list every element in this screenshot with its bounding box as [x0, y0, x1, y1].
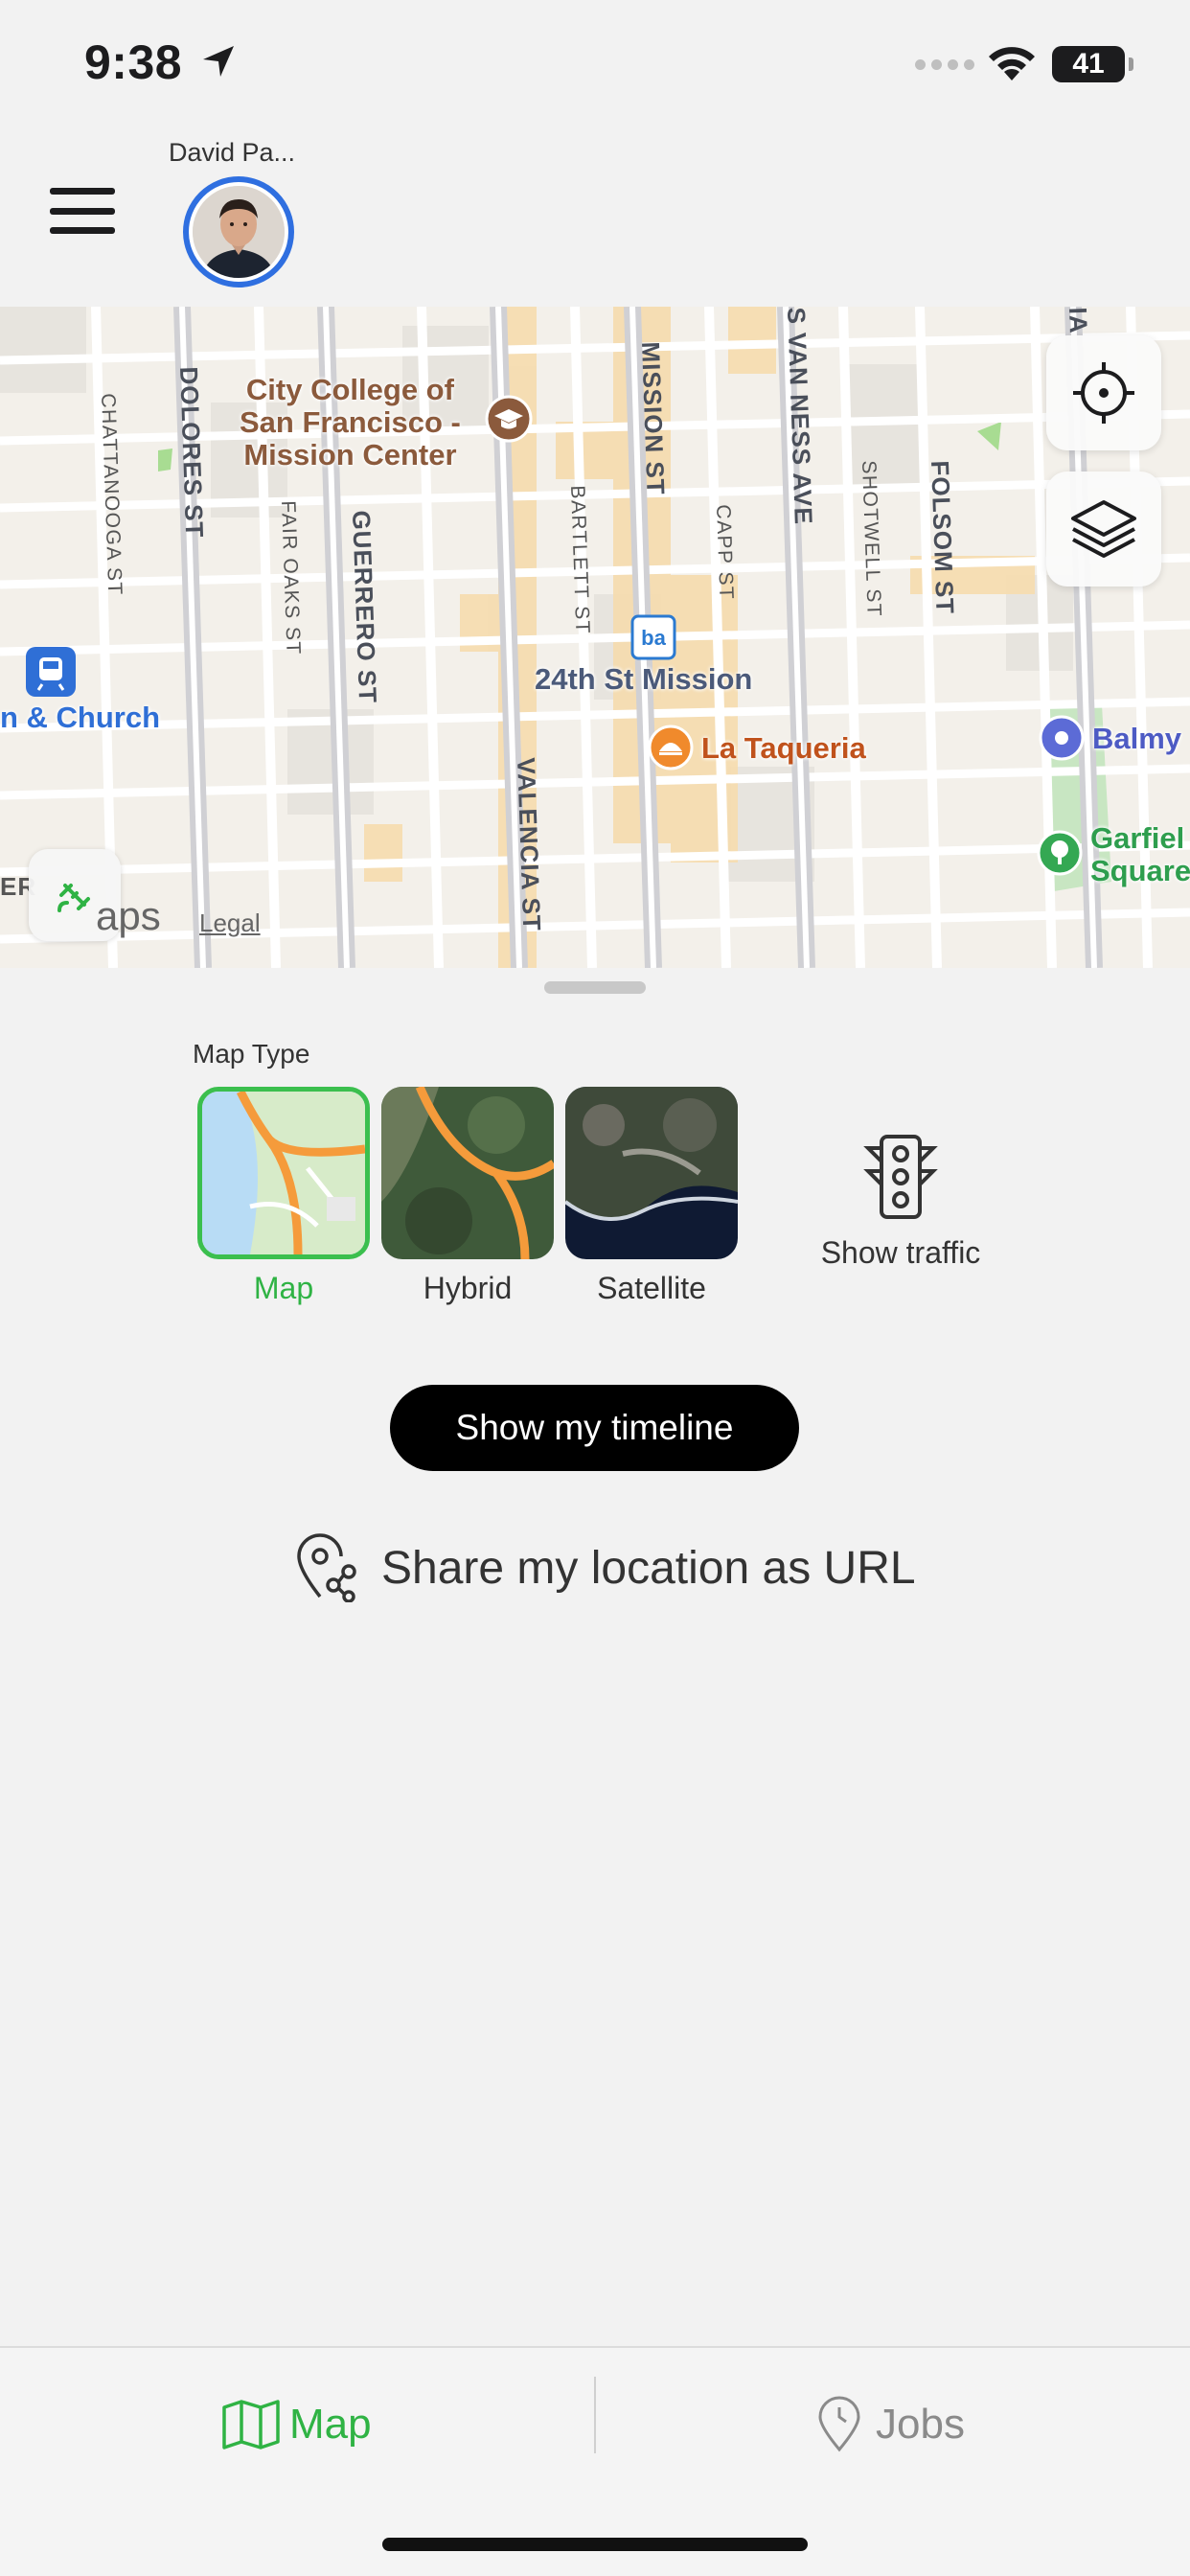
- avatar-photo: [193, 186, 285, 278]
- poi-label-balmy[interactable]: Balmy: [1092, 723, 1181, 755]
- poi-label-garfield[interactable]: Garfiel Square: [1090, 822, 1190, 887]
- map-view[interactable]: CHATTANOOGA ST DOLORES ST FAIR OAKS ST G…: [0, 307, 1190, 968]
- battery-icon: 41: [1052, 46, 1125, 82]
- satellite-icon: [57, 884, 90, 912]
- svg-text:ba: ba: [641, 626, 666, 650]
- crosshair-icon: [1073, 362, 1134, 424]
- map-icon: [222, 2400, 280, 2450]
- park-tree-icon[interactable]: [1037, 830, 1083, 876]
- maps-brand: aps: [96, 893, 161, 938]
- street-label: FOLSOM ST: [926, 460, 960, 615]
- home-indicator[interactable]: [382, 2538, 808, 2551]
- show-traffic-button[interactable]: Show traffic: [805, 1131, 996, 1271]
- menu-button[interactable]: [50, 188, 115, 234]
- status-time: 9:38: [84, 35, 183, 89]
- street-label: IA: [1064, 307, 1093, 335]
- poi-label-city-college[interactable]: City College of San Francisco - Mission …: [240, 374, 461, 472]
- share-location-icon: [297, 1533, 356, 1602]
- tab-jobs[interactable]: Jobs: [816, 2386, 965, 2463]
- traffic-light-icon: [863, 1135, 938, 1219]
- share-location-button[interactable]: Share my location as URL: [295, 1530, 916, 1606]
- tab-jobs-label: Jobs: [876, 2401, 965, 2448]
- street-label: VALENCIA ST: [512, 757, 547, 932]
- map-type-label: Map: [253, 1271, 314, 1305]
- bart-station-icon[interactable]: ba: [629, 613, 677, 661]
- street-label: DOLORES ST: [174, 366, 210, 539]
- tram-icon[interactable]: [23, 644, 79, 700]
- show-traffic-label: Show traffic: [820, 1235, 981, 1270]
- user-name: David Pa...: [169, 138, 296, 167]
- tab-divider: [594, 2377, 596, 2453]
- tab-map-label: Map: [289, 2401, 372, 2448]
- street-label: CAPP ST: [712, 504, 738, 601]
- poi-label-la-taqueria[interactable]: La Taqueria: [701, 732, 866, 765]
- app-header: David Pa...: [0, 134, 1190, 307]
- recenter-button[interactable]: [1046, 335, 1161, 450]
- layers-icon: [1071, 500, 1136, 558]
- location-arrow-icon: [203, 46, 234, 77]
- layers-button[interactable]: [1046, 472, 1161, 586]
- legal-link[interactable]: Legal: [199, 908, 261, 938]
- status-bar: 9:38 41: [0, 0, 1190, 134]
- sheet-grabber[interactable]: [544, 981, 646, 994]
- show-timeline-button[interactable]: Show my timeline: [390, 1385, 799, 1471]
- battery-tip: [1129, 58, 1133, 71]
- map-type-title: Map Type: [193, 1039, 310, 1069]
- map-type-map[interactable]: Map: [197, 1087, 370, 1306]
- restaurant-icon[interactable]: [648, 724, 694, 770]
- poi-label-24th-st[interactable]: 24th St Mission: [535, 663, 752, 696]
- map-type-satellite-thumbnail: [565, 1087, 738, 1259]
- map-type-map-thumbnail: [197, 1087, 370, 1259]
- cellular-signal-icon: [915, 59, 974, 70]
- map-type-hybrid[interactable]: Hybrid: [381, 1087, 554, 1306]
- poi-label-church[interactable]: n & Church: [0, 702, 160, 734]
- map-type-label: Hybrid: [423, 1271, 513, 1305]
- tab-map[interactable]: Map: [220, 2386, 372, 2463]
- avatar[interactable]: [183, 176, 294, 288]
- pin-icon: [818, 2396, 860, 2452]
- map-type-label: Satellite: [597, 1271, 706, 1305]
- map-type-hybrid-thumbnail: [381, 1087, 554, 1259]
- bottom-sheet: Map Type Map Hybrid Satellite Show traff…: [0, 968, 1190, 2348]
- map-type-satellite[interactable]: Satellite: [565, 1087, 738, 1306]
- place-pin-icon[interactable]: [1039, 715, 1085, 761]
- share-location-label: Share my location as URL: [381, 1542, 916, 1594]
- graduation-cap-icon[interactable]: [485, 395, 533, 443]
- wifi-icon: [989, 47, 1035, 80]
- street-label: MISSION ST: [636, 341, 671, 496]
